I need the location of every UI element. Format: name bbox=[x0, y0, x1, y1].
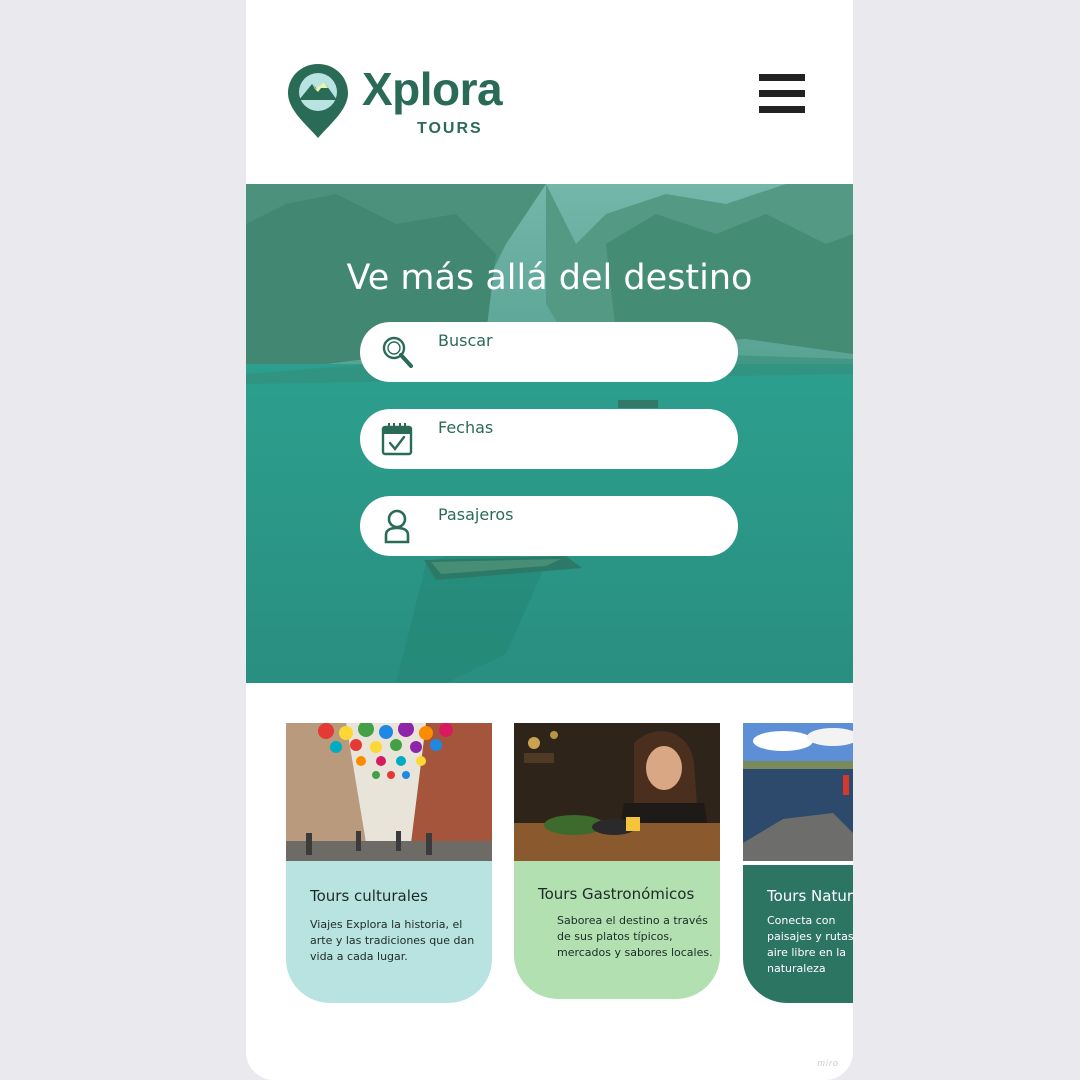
hamburger-menu-icon[interactable] bbox=[759, 74, 805, 114]
card-title: Tours Naturales bbox=[767, 887, 853, 905]
calendar-check-icon bbox=[381, 423, 413, 456]
user-icon bbox=[384, 509, 410, 544]
tour-card-nature[interactable]: Tours Naturales Conecta con paisajes y r… bbox=[743, 723, 853, 1003]
tour-card-gastronomic[interactable]: Tours Gastronómicos Saborea el destino a… bbox=[514, 723, 720, 999]
card-title: Tours culturales bbox=[310, 887, 428, 905]
search-icon bbox=[382, 336, 413, 368]
card-description: Viajes Explora la historia, el arte y la… bbox=[310, 918, 475, 963]
miro-watermark: miro bbox=[817, 1058, 839, 1068]
search-field-label: Buscar bbox=[438, 331, 493, 350]
card-body: Tours culturales Viajes Explora la histo… bbox=[286, 861, 492, 1003]
tour-card-cultural[interactable]: Tours culturales Viajes Explora la histo… bbox=[286, 723, 492, 1003]
lake-hiker-photo bbox=[743, 723, 853, 861]
card-description: Conecta con paisajes y rutas al aire lib… bbox=[767, 914, 853, 975]
dates-field-label: Fechas bbox=[438, 418, 494, 437]
search-field[interactable]: Buscar bbox=[360, 322, 738, 382]
passengers-field-label: Pasajeros bbox=[438, 505, 514, 524]
brand-subtitle: TOURS bbox=[417, 120, 483, 137]
passengers-field[interactable]: Pasajeros bbox=[360, 496, 738, 556]
map-pin-logo-icon bbox=[288, 64, 348, 138]
hero-section: Ve más allá del destino Buscar Fechas Pa… bbox=[246, 184, 853, 683]
dates-field[interactable]: Fechas bbox=[360, 409, 738, 469]
card-body: Tours Naturales Conecta con paisajes y r… bbox=[743, 865, 853, 1003]
brand-logo[interactable]: Xplora TOURS bbox=[286, 62, 546, 142]
umbrella-street-photo bbox=[286, 723, 492, 861]
brand-name: Xplora bbox=[362, 63, 503, 115]
phone-screen: Xplora TOURS Ve más allá del destino Bus… bbox=[246, 0, 853, 1080]
card-body: Tours Gastronómicos Saborea el destino a… bbox=[514, 861, 720, 999]
hero-title: Ve más allá del destino bbox=[346, 258, 753, 298]
card-title: Tours Gastronómicos bbox=[538, 885, 695, 903]
woman-eating-photo bbox=[514, 723, 720, 861]
card-description: Saborea el destino a través de sus plato… bbox=[557, 914, 713, 959]
